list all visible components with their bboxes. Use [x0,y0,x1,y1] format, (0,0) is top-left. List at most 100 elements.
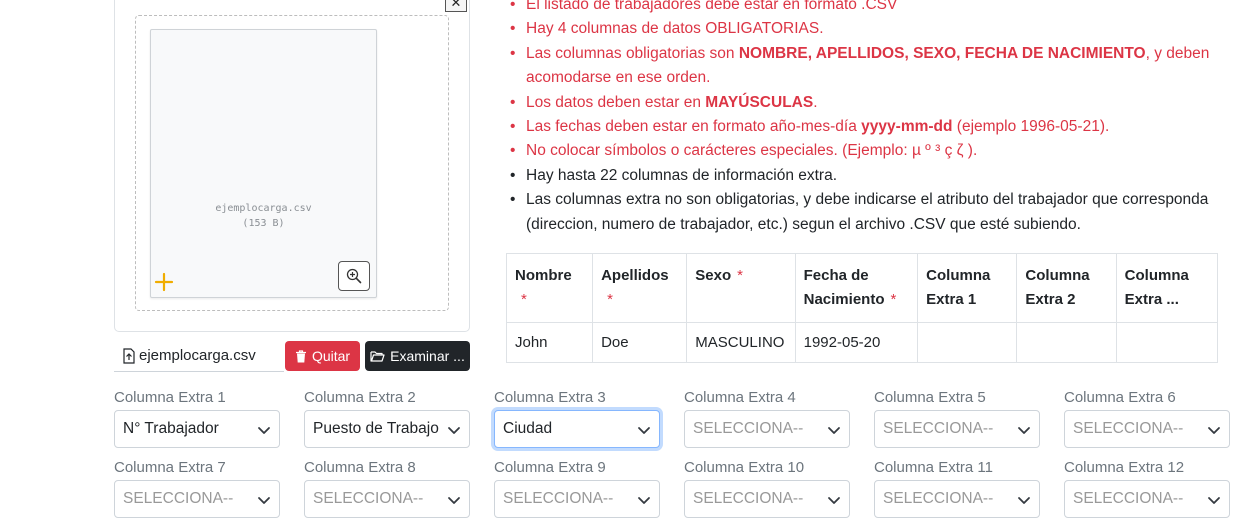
instruction-item: Hay hasta 22 columnas de información ext… [508,164,1233,189]
extra-column-select[interactable]: Ciudad [494,410,660,448]
extra-column-select[interactable]: SELECCIONA-- [304,480,470,518]
extra-column-selected-value: SELECCIONA-- [693,420,804,437]
extra-column-select[interactable]: N° Trabajador [114,410,280,448]
column-header-label: Apellidos [601,267,669,284]
column-header-label: Fecha de Nacimiento [803,267,885,308]
extra-column-selected-value: SELECCIONA-- [693,490,804,507]
chevron-down-icon [448,427,460,434]
chevron-down-icon [1208,427,1220,434]
extra-column-field: Columna Extra 5 SELECCIONA-- [874,388,1040,448]
close-preview-button[interactable]: ✕ [445,0,467,12]
table-header-cell: Columna Extra 1 [917,253,1018,323]
required-asterisk: * [890,291,897,308]
table-header-cell: Sexo * [686,253,796,323]
instruction-emphasis: NOMBRE, APELLIDOS, SEXO, FECHA DE NACIMI… [738,44,1146,62]
extra-column-select[interactable]: SELECCIONA-- [874,410,1040,448]
chevron-down-icon [258,497,270,504]
extra-column-select[interactable]: SELECCIONA-- [874,480,1040,518]
zoom-preview-button[interactable] [338,261,370,291]
chevron-down-icon [258,427,270,434]
chevron-down-icon [638,497,650,504]
chevron-down-icon [1208,497,1220,504]
extra-column-selected-value: SELECCIONA-- [1073,420,1184,437]
table-cell: Doe [592,322,688,363]
extra-column-select[interactable]: SELECCIONA-- [1064,410,1230,448]
instruction-item: Las columnas extra no son obligatorias, … [508,188,1233,237]
extra-column-select[interactable]: SELECCIONA-- [494,480,660,518]
table-cell [917,322,1018,363]
table-header-cell: Columna Extra ... [1115,253,1219,323]
extra-column-label: Columna Extra 11 [874,459,993,476]
table-header-cell: Apellidos * [592,253,688,323]
extra-column-field: Columna Extra 9 SELECCIONA-- [494,458,660,518]
table-cell [1115,322,1219,363]
extra-column-label: Columna Extra 8 [304,459,416,476]
column-header-label: Columna Extra 1 [926,267,991,308]
extra-column-label: Columna Extra 12 [1064,459,1185,476]
instruction-item: Las columnas obligatorias son NOMBRE, AP… [508,42,1233,91]
chevron-down-icon [448,497,460,504]
preview-file-name: ejemplocarga.csv [215,203,312,214]
upload-instructions-list: El listado de trabajadores debe estar en… [508,0,1233,237]
file-dropzone[interactable]: ejemplocarga.csv (153 B) [135,15,449,311]
extra-column-select[interactable]: Puesto de Trabajo [304,410,470,448]
table-header-cell: Nombre * [505,253,594,323]
preview-file-size: (153 B) [242,218,285,229]
remove-file-button[interactable]: Quitar [285,341,360,371]
instruction-emphasis: MAYÚSCULAS [705,93,814,111]
extra-column-select[interactable]: SELECCIONA-- [114,480,280,518]
extra-column-select[interactable]: SELECCIONA-- [684,480,850,518]
required-asterisk: * [607,291,613,308]
extra-column-label: Columna Extra 1 [114,389,226,406]
chevron-down-icon [1018,497,1030,504]
instruction-text: El listado de trabajadores debe estar en… [526,0,898,13]
instruction-text: Hay hasta 22 columnas de información ext… [526,166,838,184]
extra-column-selected-value: SELECCIONA-- [123,490,234,507]
file-upload-icon [123,347,135,364]
table-header-row: Nombre * Apellidos * Sexo * Fecha de Nacimient… [505,253,1219,323]
chevron-down-icon [1018,427,1030,434]
extra-column-field: Columna Extra 6 SELECCIONA-- [1064,388,1230,448]
remove-file-label: Quitar [311,348,351,364]
table-cell: MASCULINO [686,322,796,363]
extra-column-select[interactable]: SELECCIONA-- [1064,480,1230,518]
instruction-text: No colocar símbolos o carácteres especia… [526,142,978,160]
browse-file-button[interactable]: Examinar ... [365,341,470,371]
extra-column-label: Columna Extra 4 [684,389,796,406]
instruction-text: (ejemplo 1996-05-21). [952,118,1110,136]
file-preview-thumbnail: ejemplocarga.csv (153 B) [150,29,377,298]
extra-column-selected-value: SELECCIONA-- [503,490,614,507]
table-cell: 1992-05-20 [794,322,919,363]
extra-column-field: Columna Extra 4 SELECCIONA-- [684,388,850,448]
instruction-text: . [813,93,818,111]
instruction-item: No colocar símbolos o carácteres especia… [508,139,1233,164]
instruction-item: El listado de trabajadores debe estar en… [508,0,1233,18]
instruction-emphasis: yyyy-mm-dd [861,118,953,136]
selected-file-name: ejemplocarga.csv [139,347,256,364]
required-asterisk: * [521,291,527,308]
instruction-text: Las columnas obligatorias son [526,44,739,62]
column-header-label: Columna Extra 2 [1025,267,1090,308]
extra-column-field: Columna Extra 8 SELECCIONA-- [304,458,470,518]
column-header-label: Sexo [695,267,732,284]
extra-column-selected-value: SELECCIONA-- [313,490,424,507]
table-row: John Doe MASCULINO 1992-05-20 [505,322,1219,363]
extra-column-label: Columna Extra 7 [114,459,226,476]
folder-open-icon [370,351,385,362]
extra-column-select[interactable]: SELECCIONA-- [684,410,850,448]
instruction-text: Las columnas extra no son obligatorias, … [526,191,1209,233]
extra-column-field: Columna Extra 11 SELECCIONA-- [874,458,1040,518]
extra-column-field: Columna Extra 12 SELECCIONA-- [1064,458,1230,518]
column-header-label: Columna Extra ... [1124,267,1189,308]
table-cell [1016,322,1117,363]
plus-icon[interactable] [153,271,175,293]
browse-file-label: Examinar ... [390,348,465,364]
extra-column-field: Columna Extra 7 SELECCIONA-- [114,458,280,518]
table-header-cell: Fecha de Nacimiento * [794,253,919,323]
instruction-item: Los datos deben estar en MAYÚSCULAS. [508,91,1233,116]
extra-column-selected-value: SELECCIONA-- [883,490,994,507]
extra-column-field: Columna Extra 2 Puesto de Trabajo [304,388,470,448]
extra-column-label: Columna Extra 2 [304,389,416,406]
extra-column-label: Columna Extra 9 [494,459,606,476]
extra-column-label: Columna Extra 3 [494,389,606,406]
